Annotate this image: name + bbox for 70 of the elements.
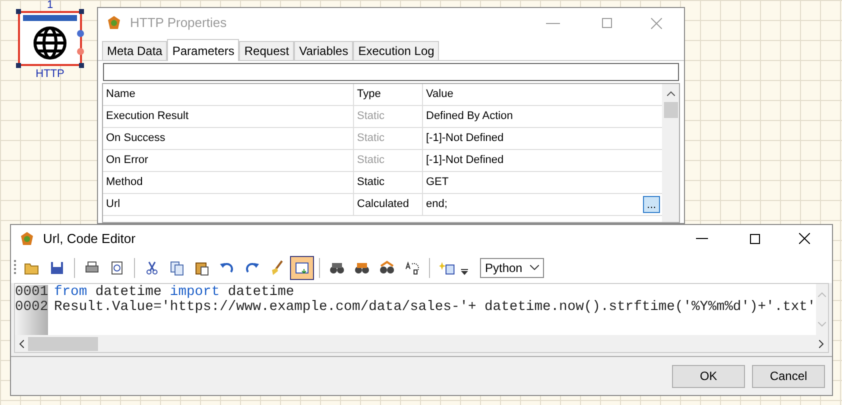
tab[interactable]: Execution Log (353, 41, 440, 60)
node-number: 1 (46, 0, 54, 11)
table-cell: Static (354, 128, 423, 149)
selection-handle[interactable] (79, 9, 84, 14)
print-icon (84, 260, 100, 276)
horizontal-scrollbar[interactable] (15, 335, 828, 352)
toolbar-button[interactable] (290, 256, 314, 280)
node-label: HTTP (36, 67, 64, 82)
toolbar-grip (14, 258, 17, 276)
port-icon (77, 48, 84, 55)
scroll-thumb[interactable] (664, 102, 678, 118)
table-cell: Static (354, 150, 423, 171)
table-cell: Url (103, 194, 354, 215)
binoculars-icon (379, 260, 395, 276)
table-cell: Calculated (354, 194, 423, 215)
replace-icon (404, 260, 420, 276)
table-cell: Static (354, 172, 423, 193)
table-cell-text: [-1]-Not Defined (426, 153, 504, 168)
scrollbar[interactable] (662, 84, 679, 222)
window-title: HTTP Properties (130, 14, 228, 32)
close-icon[interactable] (799, 233, 810, 244)
save-icon (49, 260, 65, 276)
chevron-down-icon (530, 265, 539, 270)
table-cell: On Success (103, 128, 354, 149)
filter-field[interactable] (103, 63, 679, 81)
code-line: Result.Value='https://www.example.com/data/sales-'+ datetime.now().strftime('%Y%m%d')+'.txt' (53, 300, 816, 315)
app-icon (106, 15, 122, 31)
broom-icon (269, 260, 285, 276)
maximize-icon[interactable] (750, 234, 760, 244)
tab[interactable]: Meta Data (102, 41, 168, 60)
column-header[interactable]: Value (423, 84, 662, 105)
table-cell: Method (103, 172, 354, 193)
table-cell: On Error (103, 150, 354, 171)
scroll-thumb[interactable] (28, 336, 98, 350)
print-preview-icon (109, 260, 125, 276)
cut-icon (144, 260, 160, 276)
column-header[interactable]: Name (103, 84, 354, 105)
line-number-gutter (15, 315, 48, 335)
scroll-right-icon[interactable] (819, 340, 824, 348)
tab[interactable]: Request (239, 41, 294, 60)
app-icon (19, 230, 35, 246)
minimize-icon[interactable] (546, 22, 560, 24)
line-number: 0001 (15, 285, 48, 300)
selection-handle[interactable] (16, 63, 21, 68)
table-cell-text: GET (426, 175, 449, 190)
scroll-up-icon[interactable] (666, 91, 674, 96)
table-cell-text: [-1]-Not Defined (426, 131, 504, 146)
selection-handle[interactable] (79, 63, 84, 68)
table-cell: Execution Result (103, 106, 354, 127)
column-header[interactable]: Type (354, 84, 423, 105)
copy-icon (169, 260, 185, 276)
table-cell-text: Defined By Action (426, 109, 513, 124)
dialog-button[interactable]: OK (672, 364, 745, 388)
dialog-button[interactable]: Cancel (752, 364, 825, 388)
http-node[interactable] (18, 11, 82, 66)
line-number: 0002 (15, 300, 48, 315)
dropdown-arrow-icon[interactable] (461, 268, 468, 274)
window-title: Url, Code Editor (43, 230, 136, 248)
table-cell-text: end; (426, 197, 448, 212)
tab[interactable]: Parameters (167, 39, 240, 61)
scroll-left-icon[interactable] (19, 340, 24, 348)
ellipsis-button[interactable]: ... (643, 196, 660, 213)
table-cell: Static (354, 106, 423, 127)
selection-handle[interactable] (16, 9, 21, 14)
language-dropdown[interactable]: Python (480, 258, 544, 278)
port-icon (77, 30, 84, 37)
globe-icon (32, 25, 68, 61)
code-line: from datetime import datetime (53, 285, 294, 300)
tab[interactable]: Variables (294, 41, 354, 60)
paste-icon (194, 260, 210, 276)
